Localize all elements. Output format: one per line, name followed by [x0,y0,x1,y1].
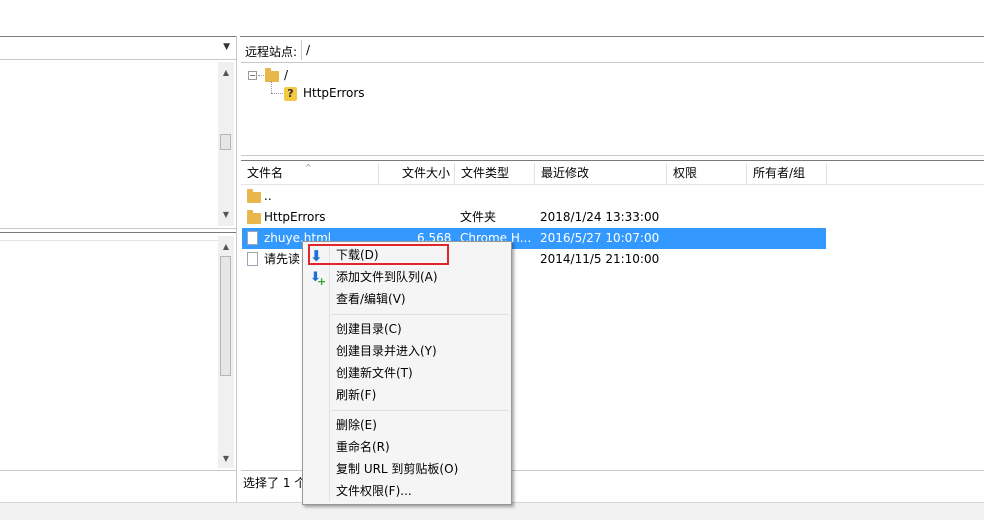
local-tree-scrollbar[interactable]: ▲ ▼ [218,62,234,226]
scroll-thumb[interactable] [220,134,231,150]
table-row[interactable]: .. [242,186,826,207]
local-list-top-border [0,232,236,233]
collapse-icon[interactable]: − [248,71,257,80]
row-name: 请先读 [264,252,301,266]
tree-dotted-line [271,81,272,93]
menu-item-file-permissions[interactable]: 文件权限(F)... [303,480,511,502]
menu-item-delete[interactable]: 删除(E) [303,414,511,436]
local-list-scrollbar[interactable]: ▲ ▼ [218,236,234,468]
tree-dotted-connector [258,75,264,76]
folder-up-icon [247,189,261,203]
remote-splitter[interactable] [241,155,984,156]
tree-child-label[interactable]: HttpErrors [303,86,365,100]
remote-site-label: 远程站点: [245,45,298,59]
menu-item-view-edit[interactable]: 查看/编辑(V) [303,288,511,310]
col-header-permissions[interactable]: 权限 [667,163,747,184]
add-to-queue-icon: ⬇ + [310,270,327,288]
sort-ascending-icon: ^ [305,163,312,172]
menu-item-add-to-queue[interactable]: ⬇ + 添加文件到队列(A) [303,266,511,288]
scroll-up-icon[interactable]: ▲ [218,66,234,80]
unknown-folder-icon: ? [284,87,297,101]
scroll-thumb[interactable] [220,256,231,376]
menu-item-copy-url[interactable]: 复制 URL 到剪贴板(O) [303,458,511,480]
remote-panel-top-border [240,36,984,37]
row-modified: 2016/5/27 10:07:00 [540,231,660,245]
pane-splitter[interactable] [236,36,237,502]
remote-site-bar: 远程站点: / [241,38,984,62]
scroll-down-icon[interactable]: ▼ [218,208,234,222]
row-modified: 2014/11/5 21:10:00 [540,252,660,266]
menu-item-create-dir-enter[interactable]: 创建目录并进入(Y) [303,340,511,362]
table-row[interactable]: HttpErrors 文件夹 2018/1/24 13:33:00 [242,207,826,228]
col-header-name[interactable]: 文件名 ^ [241,163,379,184]
bottom-bar [0,503,984,520]
scroll-up-icon[interactable]: ▲ [218,240,234,254]
remote-tree: − / ? HttpErrors [242,63,984,155]
tree-root-label[interactable]: / [284,68,288,82]
menu-separator [331,410,509,411]
status-text: 选择了 1 个 [243,476,307,490]
text-file-icon [247,252,258,266]
local-list-header [0,240,218,241]
row-name: .. [264,189,272,203]
remote-site-path-input[interactable]: / [306,43,310,57]
local-panel-top-border [0,36,236,37]
folder-icon [247,210,261,224]
menu-item-rename[interactable]: 重命名(R) [303,436,511,458]
menu-separator [331,314,509,315]
local-splitter[interactable] [0,228,236,229]
row-modified: 2018/1/24 13:33:00 [540,210,660,224]
folder-icon [265,68,279,82]
menu-item-create-file[interactable]: 创建新文件(T) [303,362,511,384]
col-header-owner[interactable]: 所有者/组 [747,163,827,184]
col-header-type[interactable]: 文件类型 [455,163,535,184]
scroll-down-icon[interactable]: ▼ [218,452,234,466]
tree-dotted-line [271,93,283,94]
remote-status-bar: 选择了 1 个 [243,474,306,492]
row-name: HttpErrors [264,210,326,224]
chevron-down-icon[interactable]: ▼ [223,42,230,52]
local-status-divider [0,470,236,471]
context-menu: ⬇ 下载(D) ⬇ + 添加文件到队列(A) 查看/编辑(V) 创建目录(C) 创… [302,241,512,505]
download-highlight-box [308,244,449,265]
row-type: 文件夹 [460,210,497,224]
col-header-modified[interactable]: 最近修改 [535,163,667,184]
menu-item-refresh[interactable]: 刷新(F) [303,384,511,406]
col-header-size[interactable]: 文件大小 [379,163,455,184]
menu-item-create-dir[interactable]: 创建目录(C) [303,318,511,340]
remote-list-top-border [241,160,984,161]
html-file-icon [247,231,258,245]
local-path-combo[interactable]: ▼ [0,38,236,60]
file-list-header: 文件名 ^ 文件大小 文件类型 最近修改 权限 所有者/组 [241,163,984,185]
